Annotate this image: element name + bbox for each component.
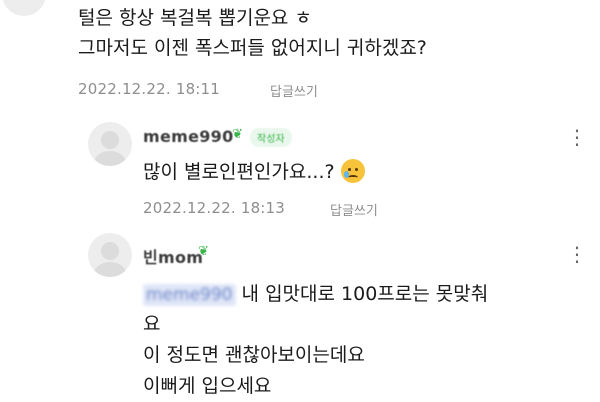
reply-button[interactable]: 답글쓰기 xyxy=(270,81,318,100)
comment-text: 그마저도 이젠 폭스퍼들 없어지니 귀하겠죠? xyxy=(78,37,427,59)
avatar[interactable] xyxy=(88,122,132,166)
crying-face-icon xyxy=(340,158,365,183)
more-options-button[interactable]: ⋮ xyxy=(567,127,588,147)
sprout-icon: ❦ xyxy=(198,244,209,259)
comment-text: 많이 별로인편인가요...? xyxy=(143,158,365,187)
comment-text: 이 정도면 괜찮아보이는데요 xyxy=(143,344,365,366)
username[interactable]: 빈mom xyxy=(143,244,203,268)
sprout-icon: ❦ xyxy=(232,127,243,142)
avatar[interactable] xyxy=(88,233,132,277)
mention-tag[interactable]: meme990 xyxy=(143,284,236,306)
avatar[interactable] xyxy=(2,0,46,16)
author-badge: 작성자 xyxy=(250,128,292,147)
comment-text: 요 xyxy=(143,313,161,335)
username[interactable]: meme990 xyxy=(143,127,234,146)
comment-text: meme990 내 입맛대로 100프로는 못맞춰 xyxy=(143,280,488,310)
comment-date: 2022.12.22. 18:11 xyxy=(78,80,221,98)
comment-text-content: 내 입맛대로 100프로는 못맞춰 xyxy=(241,283,489,305)
comment-date: 2022.12.22. 18:13 xyxy=(143,199,286,217)
more-options-button[interactable]: ⋮ xyxy=(567,244,588,264)
comment-text: 털은 항상 복걸복 뽑기운요 ㅎ xyxy=(78,7,312,29)
reply-button[interactable]: 답글쓰기 xyxy=(330,200,378,219)
comment-text: 이뻐게 입으세요 xyxy=(143,375,272,397)
comment-text-content: 많이 별로인편인가요...? xyxy=(143,161,335,183)
